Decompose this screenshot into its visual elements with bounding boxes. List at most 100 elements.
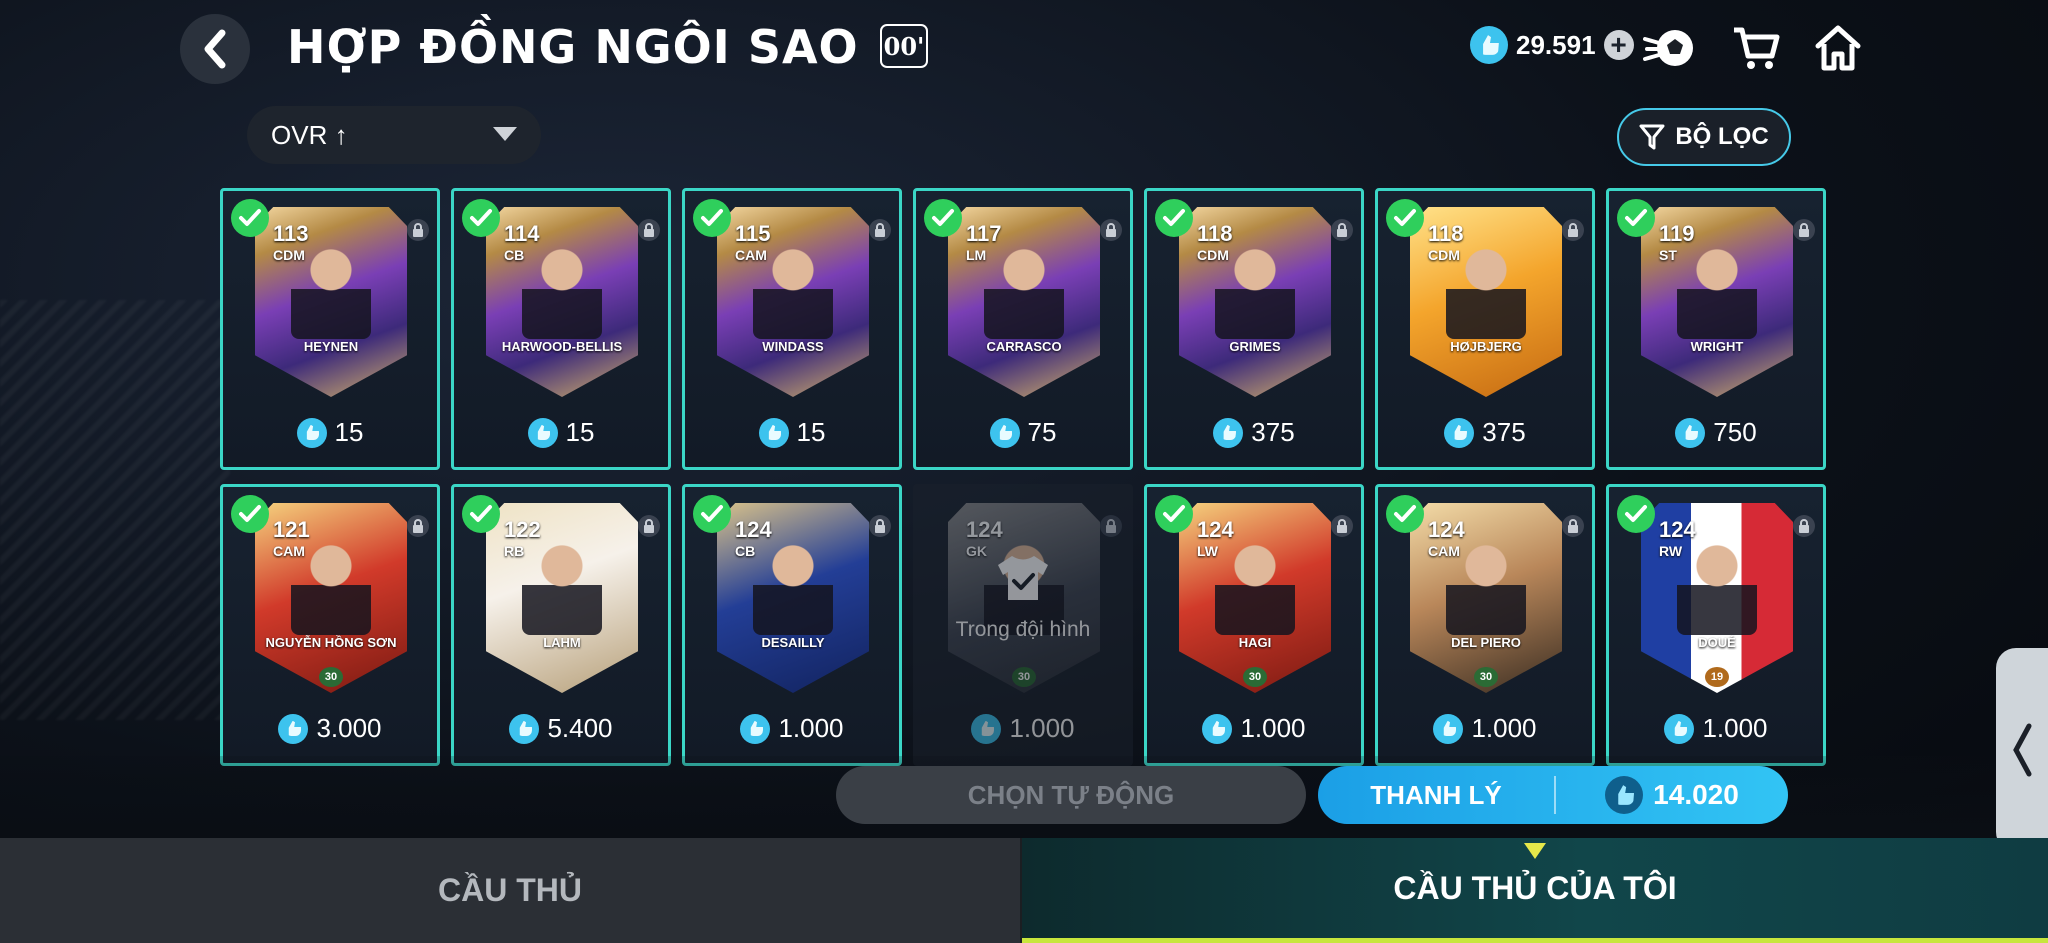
price-value: 15 [334,417,364,447]
back-button[interactable] [180,14,250,84]
player-price: 1.000 [1609,713,1823,744]
coin-icon [1605,776,1644,814]
player-price: 15 [223,417,437,448]
coin-icon [758,417,789,448]
player-ovr: 124 [966,517,1003,542]
player-tile[interactable]: 124 LW HAGI 30 1.000 [1144,484,1364,766]
sell-button[interactable]: THANH LÝ 14.020 [1318,766,1788,824]
check-icon [462,199,500,237]
filter-label: BỘ LỌC [1675,123,1769,150]
chevron-left-icon [2013,723,2032,777]
coin-icon [1664,713,1695,744]
player-tile[interactable]: 124 CB DESAILLY 1.000 [682,484,902,766]
player-name: HARWOOD-BELLIS [501,339,623,354]
player-tile[interactable]: 118 CDM GRIMES 375 [1144,188,1364,470]
check-icon [1617,199,1655,237]
player-card: 124 LW HAGI 30 [1179,503,1331,693]
auto-select-label: CHỌN TỰ ĐỘNG [967,779,1175,810]
check-icon [693,199,731,237]
player-image [753,539,833,635]
player-position: RW [1659,543,1683,559]
side-panel-handle[interactable] [1996,648,2048,852]
page-title: HỢP ĐỒNG NGÔI SAO [287,20,859,74]
player-price: 1.000 [1378,713,1592,744]
player-name: WINDASS [762,339,824,354]
in-squad-overlay: Trong đội hình [916,553,1130,642]
player-tile[interactable]: 117 LM CARRASCO 75 [913,188,1133,470]
player-name: DEL PIERO [1451,635,1521,650]
active-tab-marker-icon [1524,843,1546,859]
tab-players[interactable]: CẦU THỦ [0,838,1022,943]
player-tile[interactable]: 118 CDM HØJBJERG 375 [1375,188,1595,470]
player-card: 115 CAM WINDASS [717,207,869,397]
price-value: 75 [1027,417,1057,447]
player-price: 750 [1609,417,1823,448]
player-card: 121 CAM NGUYỄN HỒNG SƠN 30 [255,503,407,693]
lock-icon [1100,515,1122,537]
lock-icon [869,515,891,537]
lock-icon [407,219,429,241]
player-image [984,243,1064,339]
cart-icon[interactable] [1728,20,1784,76]
home-icon[interactable] [1810,20,1866,76]
check-icon [693,495,731,533]
coin-icon [1444,417,1475,448]
coin-icon [1675,417,1706,448]
sell-amount-value: 14.020 [1653,779,1739,810]
player-card: 119 ST WRIGHT [1641,207,1793,397]
player-image [1677,539,1757,635]
ball-icon[interactable] [1642,20,1698,76]
lock-icon [407,515,429,537]
currency-display: 29.591 + [1470,26,1634,64]
lock-icon [1793,515,1815,537]
player-card: 113 CDM HEYNEN [255,207,407,397]
player-tile[interactable]: 122 RB LAHM 5.400 [451,484,671,766]
player-name: CARRASCO [986,339,1062,354]
check-icon [1155,199,1193,237]
player-level: 30 [319,667,343,687]
player-tile[interactable]: 124 GK 30 Trong đội hình 1.000 [913,484,1133,766]
player-position: CAM [273,543,305,559]
player-ovr: 119 [1659,221,1695,246]
filter-button[interactable]: BỘ LỌC [1617,108,1791,166]
auto-select-button[interactable]: CHỌN TỰ ĐỘNG [836,766,1306,824]
player-card: 124 RW DOUÉ 19 [1641,503,1793,693]
lock-icon [638,219,660,241]
player-position: CB [735,543,756,559]
player-image [1677,243,1757,339]
coin-icon [989,417,1020,448]
bottom-tabs: CẦU THỦ CẦU THỦ CỦA TÔI [0,838,2048,943]
player-tile[interactable]: 119 ST WRIGHT 750 [1606,188,1826,470]
player-name: HEYNEN [303,339,359,354]
dropdown-arrow-icon [493,127,517,141]
player-position: CDM [1197,247,1229,263]
player-price: 375 [1378,417,1592,448]
check-icon [462,495,500,533]
coin-icon [1470,26,1508,64]
player-ovr: 124 [1197,517,1234,542]
player-tile[interactable]: 124 RW DOUÉ 19 1.000 [1606,484,1826,766]
sort-dropdown[interactable]: OVR ↑ [247,106,541,164]
coin-icon [740,713,771,744]
player-level: 30 [1012,667,1036,687]
lock-icon [638,515,660,537]
shirt-icon [994,553,1052,608]
player-position: ST [1659,247,1677,263]
player-ovr: 117 [966,221,1002,246]
player-card: 117 LM CARRASCO [948,207,1100,397]
player-ovr: 122 [504,517,541,542]
price-value: 15 [796,417,826,447]
player-tile[interactable]: 115 CAM WINDASS 15 [682,188,902,470]
player-tile[interactable]: 113 CDM HEYNEN 15 [220,188,440,470]
title-badge: 00' [880,24,928,68]
price-value: 1.000 [1240,713,1306,743]
lock-icon [1562,515,1584,537]
check-icon [1155,495,1193,533]
player-level: 30 [1243,667,1267,687]
player-tile[interactable]: 114 CB HARWOOD-BELLIS 15 [451,188,671,470]
add-currency-button[interactable]: + [1603,30,1634,60]
check-icon [231,495,269,533]
player-tile[interactable]: 124 CAM DEL PIERO 30 1.000 [1375,484,1595,766]
player-tile[interactable]: 121 CAM NGUYỄN HỒNG SƠN 30 3.000 [220,484,440,766]
coin-icon [971,713,1002,744]
